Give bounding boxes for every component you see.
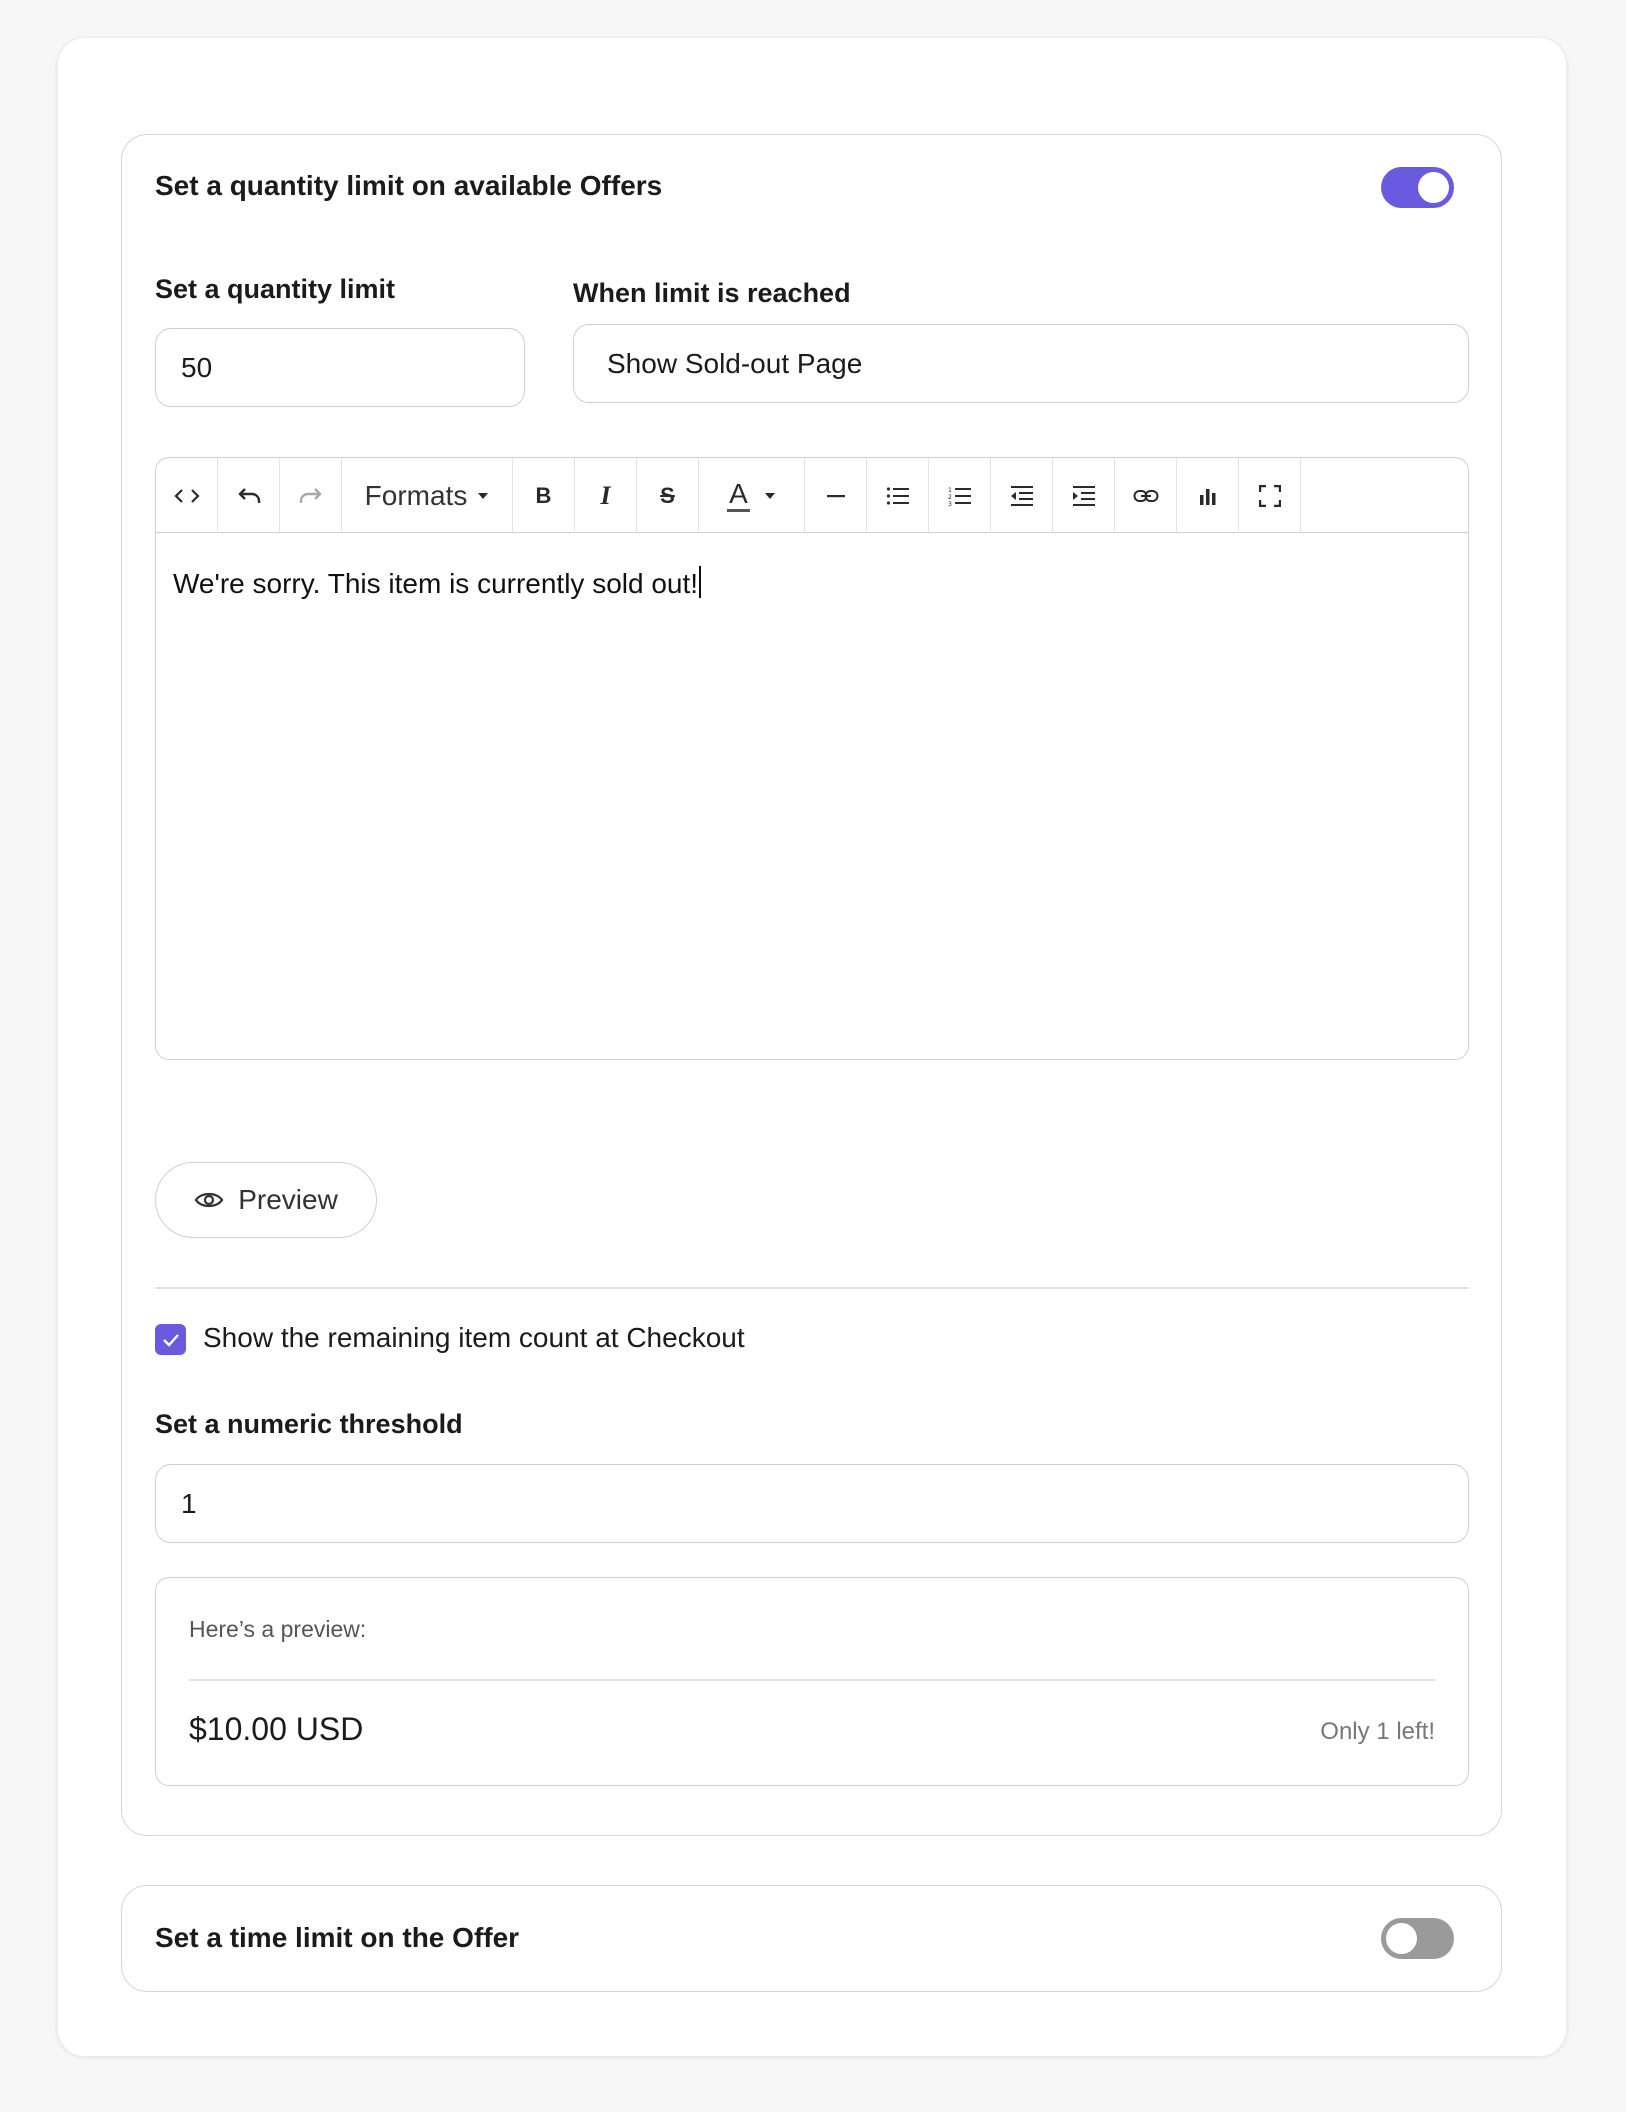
preview-button-label: Preview	[238, 1184, 338, 1215]
text-caret	[699, 566, 702, 598]
formats-label: Formats	[364, 479, 468, 511]
bold-icon: B	[535, 482, 552, 508]
editor-toolbar: Formats B I S A 123	[156, 458, 1468, 533]
strikethrough-icon: S	[660, 482, 675, 508]
link-button[interactable]	[1115, 458, 1177, 533]
indent-icon	[1072, 485, 1095, 506]
code-view-button[interactable]	[156, 458, 218, 533]
quantity-limit-section: Set a quantity limit on available Offers…	[121, 134, 1502, 1836]
redo-button[interactable]	[280, 458, 342, 533]
indent-button[interactable]	[1053, 458, 1115, 533]
bold-button[interactable]: B	[513, 458, 575, 533]
preview-divider	[189, 1679, 1436, 1681]
preview-price: $10.00 USD	[189, 1711, 364, 1747]
svg-text:1: 1	[948, 487, 952, 494]
quantity-limit-toggle[interactable]	[1381, 167, 1454, 208]
outdent-icon	[1010, 485, 1033, 506]
time-limit-section: Set a time limit on the Offer	[121, 1885, 1502, 1992]
horizontal-rule-button[interactable]	[805, 458, 867, 533]
time-limit-toggle[interactable]	[1381, 1918, 1454, 1959]
svg-text:3: 3	[948, 501, 952, 506]
bullet-list-icon	[886, 486, 909, 505]
threshold-label: Set a numeric threshold	[155, 1409, 463, 1439]
text-color-icon: A	[727, 479, 750, 512]
toggle-knob	[1386, 1923, 1417, 1954]
italic-icon: I	[600, 480, 611, 510]
code-icon	[173, 488, 200, 503]
rich-text-editor: Formats B I S A 123 We're sorry. This it…	[155, 457, 1469, 1060]
show-remaining-checkbox[interactable]	[155, 1324, 186, 1355]
undo-icon	[237, 487, 260, 503]
quantity-limit-input[interactable]: 50	[155, 328, 525, 407]
quantity-limit-label: Set a quantity limit	[155, 274, 396, 304]
checkout-preview-card: Here’s a preview: $10.00 USD Only 1 left…	[155, 1577, 1469, 1786]
check-icon	[162, 1333, 179, 1347]
quantity-section-title: Set a quantity limit on available Offers	[155, 170, 663, 201]
time-section-title: Set a time limit on the Offer	[155, 1922, 520, 1953]
section-divider	[155, 1287, 1469, 1289]
threshold-value: 1	[181, 1487, 197, 1519]
preview-button[interactable]: Preview	[155, 1162, 377, 1238]
editor-content[interactable]: We're sorry. This item is currently sold…	[173, 566, 702, 600]
chevron-down-icon	[764, 492, 775, 499]
preview-hint: Here’s a preview:	[189, 1616, 367, 1642]
redo-icon	[299, 487, 322, 503]
fullscreen-button[interactable]	[1239, 458, 1301, 533]
editor-text: We're sorry. This item is currently sold…	[173, 568, 699, 599]
threshold-input[interactable]: 1	[155, 1464, 1469, 1543]
show-remaining-label[interactable]: Show the remaining item count at Checkou…	[203, 1322, 745, 1354]
chart-icon	[1199, 488, 1215, 505]
when-limit-value: Show Sold-out Page	[607, 347, 863, 379]
undo-button[interactable]	[218, 458, 280, 533]
strikethrough-button[interactable]: S	[637, 458, 699, 533]
preview-remaining: Only 1 left!	[1320, 1718, 1435, 1745]
svg-text:2: 2	[948, 494, 952, 501]
chevron-down-icon	[478, 492, 489, 499]
numbered-list-icon: 123	[948, 487, 971, 506]
text-color-button[interactable]: A	[699, 458, 805, 533]
italic-button[interactable]: I	[575, 458, 637, 533]
when-limit-select[interactable]: Show Sold-out Page	[573, 324, 1469, 403]
bullet-list-button[interactable]	[867, 458, 929, 533]
numbered-list-button[interactable]: 123	[929, 458, 991, 533]
horizontal-rule-icon	[826, 494, 845, 497]
fullscreen-icon	[1258, 484, 1281, 507]
formats-dropdown[interactable]: Formats	[342, 458, 513, 533]
link-icon	[1133, 489, 1158, 502]
when-limit-label: When limit is reached	[573, 278, 851, 308]
outdent-button[interactable]	[991, 458, 1053, 533]
chart-button[interactable]	[1177, 458, 1239, 533]
toggle-knob	[1418, 172, 1449, 203]
quantity-limit-value: 50	[181, 351, 213, 383]
eye-icon	[194, 1192, 224, 1208]
